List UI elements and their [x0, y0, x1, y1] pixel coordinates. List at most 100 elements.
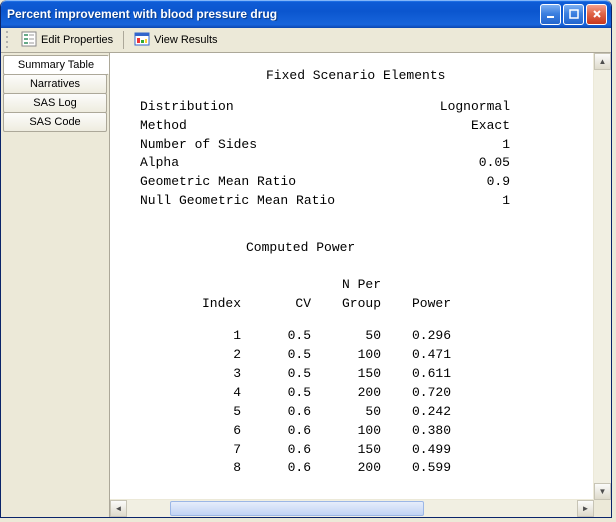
- table-header-row1: N Per: [126, 276, 595, 295]
- cell-power: 0.296: [381, 327, 451, 346]
- param-row: Alpha0.05: [126, 154, 595, 173]
- param-key: Distribution: [126, 98, 365, 117]
- section-title-power: Computed Power: [126, 239, 595, 258]
- param-key: Method: [126, 117, 365, 136]
- scroll-corner: [594, 500, 611, 517]
- param-val: 0.9: [365, 173, 510, 192]
- sidebar-item-summary-table[interactable]: Summary Table: [3, 55, 109, 75]
- cell-power: 0.242: [381, 403, 451, 422]
- section-title-fixed: Fixed Scenario Elements: [126, 67, 595, 86]
- param-row: Null Geometric Mean Ratio1: [126, 192, 595, 211]
- param-row: Number of Sides1: [126, 136, 595, 155]
- cell-n: 50: [311, 327, 381, 346]
- col-index: Index: [186, 295, 241, 314]
- col-n-bottom: Group: [311, 295, 381, 314]
- cell-power: 0.499: [381, 441, 451, 460]
- cell-index: 5: [186, 403, 241, 422]
- param-key: Number of Sides: [126, 136, 365, 155]
- col-cv: CV: [241, 295, 311, 314]
- results-icon: [134, 31, 150, 50]
- close-button[interactable]: [586, 4, 607, 25]
- maximize-button[interactable]: [563, 4, 584, 25]
- table-row: 80.62000.599: [126, 459, 595, 478]
- app-window: Percent improvement with blood pressure …: [0, 0, 612, 518]
- cell-n: 50: [311, 403, 381, 422]
- scroll-thumb[interactable]: [170, 501, 424, 516]
- cell-power: 0.380: [381, 422, 451, 441]
- cell-cv: 0.5: [241, 346, 311, 365]
- sidebar-item-label: Narratives: [30, 78, 80, 90]
- view-results-label: View Results: [154, 34, 217, 46]
- cell-n: 100: [311, 422, 381, 441]
- cell-power: 0.471: [381, 346, 451, 365]
- param-val: 0.05: [365, 154, 510, 173]
- param-val: Exact: [365, 117, 510, 136]
- edit-properties-label: Edit Properties: [41, 34, 113, 46]
- table-header-row2: Index CV Group Power: [126, 295, 595, 314]
- cell-cv: 0.6: [241, 441, 311, 460]
- col-n-top: N Per: [311, 276, 381, 295]
- body: Summary Table Narratives SAS Log SAS Cod…: [1, 53, 611, 517]
- cell-cv: 0.6: [241, 403, 311, 422]
- sidebar-item-sas-code[interactable]: SAS Code: [3, 112, 107, 132]
- table-row: 50.6500.242: [126, 403, 595, 422]
- scroll-left-arrow[interactable]: ◄: [110, 500, 127, 517]
- window-title: Percent improvement with blood pressure …: [7, 7, 538, 21]
- cell-n: 200: [311, 384, 381, 403]
- titlebar: Percent improvement with blood pressure …: [1, 0, 611, 28]
- table-row: 10.5500.296: [126, 327, 595, 346]
- sidebar-item-label: Summary Table: [18, 59, 94, 71]
- cell-index: 8: [186, 459, 241, 478]
- param-row: MethodExact: [126, 117, 595, 136]
- cell-index: 1: [186, 327, 241, 346]
- cell-index: 2: [186, 346, 241, 365]
- param-val: 1: [365, 192, 510, 211]
- scroll-down-arrow[interactable]: ▼: [594, 483, 611, 500]
- param-row: Geometric Mean Ratio0.9: [126, 173, 595, 192]
- table-row: 60.61000.380: [126, 422, 595, 441]
- horizontal-scrollbar[interactable]: ◄ ►: [110, 499, 594, 517]
- sidebar-item-sas-log[interactable]: SAS Log: [3, 93, 107, 113]
- param-key: Alpha: [126, 154, 365, 173]
- cell-n: 200: [311, 459, 381, 478]
- cell-cv: 0.5: [241, 327, 311, 346]
- scroll-right-arrow[interactable]: ►: [577, 500, 594, 517]
- cell-cv: 0.6: [241, 459, 311, 478]
- param-key: Null Geometric Mean Ratio: [126, 192, 365, 211]
- window-buttons: [538, 4, 611, 25]
- cell-index: 4: [186, 384, 241, 403]
- cell-cv: 0.6: [241, 422, 311, 441]
- cell-n: 150: [311, 441, 381, 460]
- cell-cv: 0.5: [241, 384, 311, 403]
- param-row: DistributionLognormal: [126, 98, 595, 117]
- sidebar: Summary Table Narratives SAS Log SAS Cod…: [1, 53, 110, 517]
- view-results-button[interactable]: View Results: [128, 28, 223, 52]
- table-row: 20.51000.471: [126, 346, 595, 365]
- cell-index: 7: [186, 441, 241, 460]
- param-val: Lognormal: [365, 98, 510, 117]
- param-val: 1: [365, 136, 510, 155]
- edit-properties-button[interactable]: Edit Properties: [15, 28, 119, 52]
- cell-index: 3: [186, 365, 241, 384]
- col-power: Power: [381, 295, 451, 314]
- minimize-button[interactable]: [540, 4, 561, 25]
- report-content: Fixed Scenario Elements DistributionLogn…: [110, 53, 611, 517]
- properties-icon: [21, 31, 37, 50]
- content-area: Fixed Scenario Elements DistributionLogn…: [110, 53, 611, 517]
- cell-power: 0.611: [381, 365, 451, 384]
- sidebar-item-narratives[interactable]: Narratives: [3, 74, 107, 94]
- cell-index: 6: [186, 422, 241, 441]
- toolbar-grip: [5, 28, 11, 52]
- cell-power: 0.599: [381, 459, 451, 478]
- table-row: 40.52000.720: [126, 384, 595, 403]
- vertical-scrollbar[interactable]: ▲ ▼: [593, 53, 611, 500]
- scroll-up-arrow[interactable]: ▲: [594, 53, 611, 70]
- cell-n: 150: [311, 365, 381, 384]
- sidebar-item-label: SAS Log: [33, 97, 76, 109]
- param-key: Geometric Mean Ratio: [126, 173, 365, 192]
- cell-power: 0.720: [381, 384, 451, 403]
- table-row: 30.51500.611: [126, 365, 595, 384]
- table-row: 70.61500.499: [126, 441, 595, 460]
- sidebar-item-label: SAS Code: [29, 116, 80, 128]
- toolbar: Edit Properties View Results: [1, 28, 611, 53]
